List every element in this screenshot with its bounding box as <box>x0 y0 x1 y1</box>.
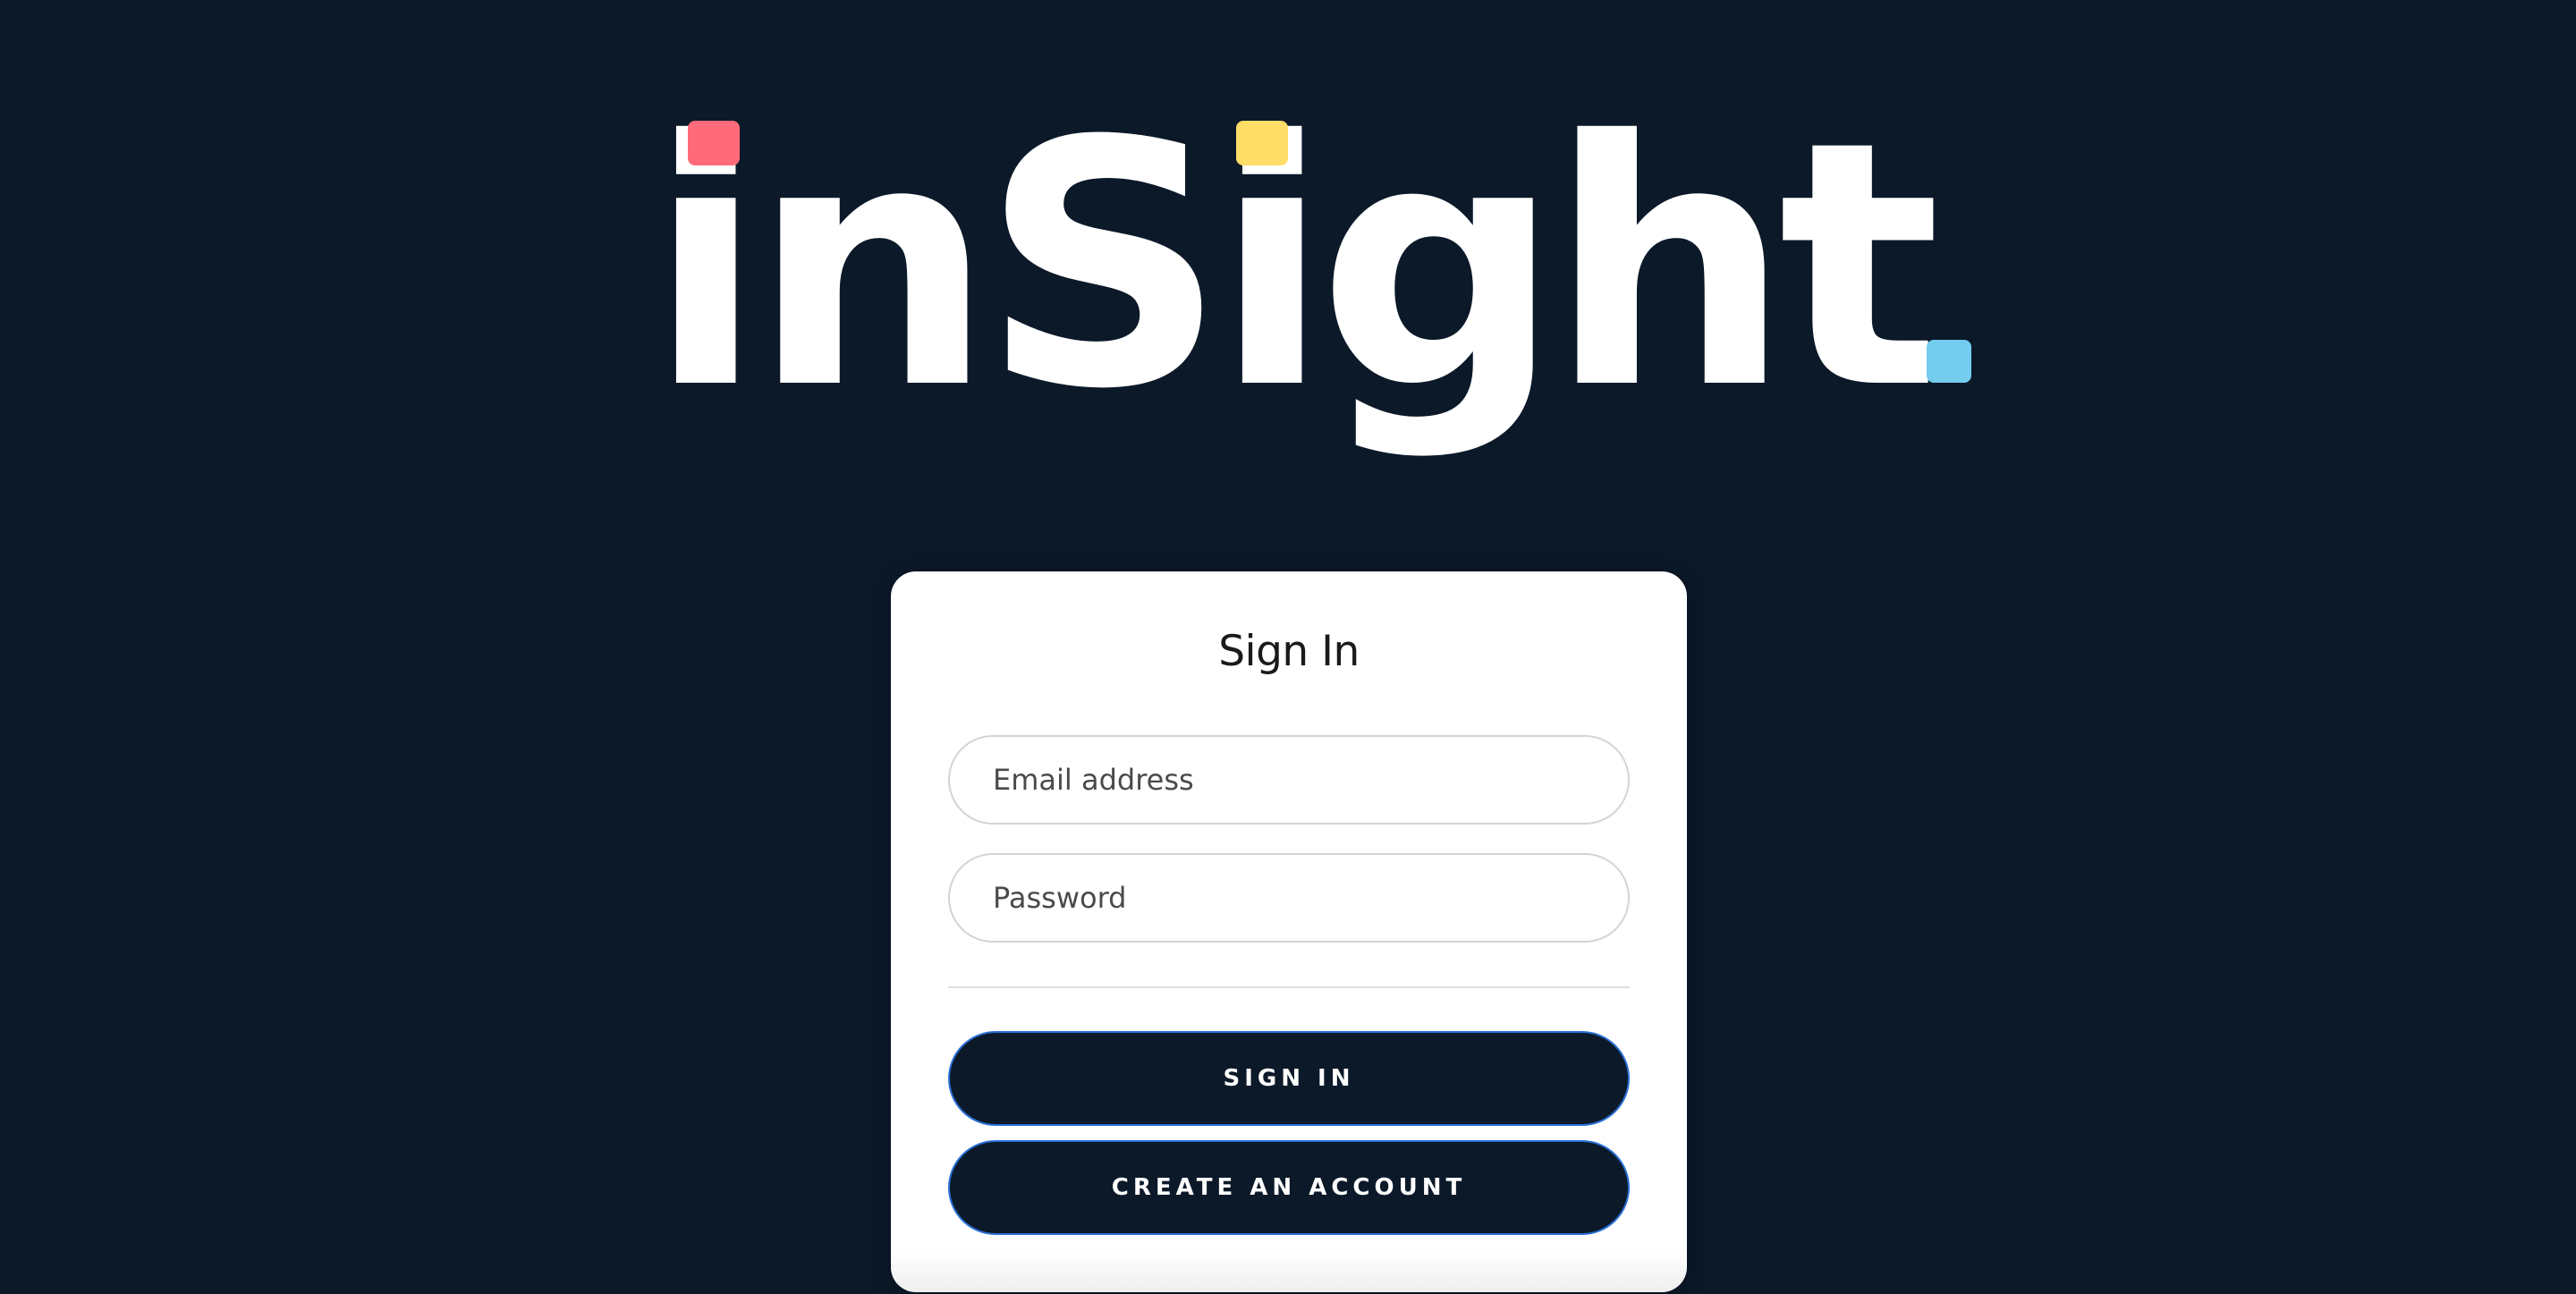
insight-logo-graphic: inSight <box>648 70 1971 463</box>
create-account-button-label: CREATE AN ACCOUNT <box>1111 1174 1467 1201</box>
signin-card: Sign In SIGN IN CREATE AN ACCOUNT <box>891 571 1687 1292</box>
sign-in-button[interactable]: SIGN IN <box>948 1031 1630 1126</box>
password-field[interactable] <box>950 855 1628 941</box>
logo-dot-red-icon <box>688 121 740 165</box>
insight-logo: inSight <box>0 0 2576 501</box>
login-page: inSight Sign In SIGN IN CREATE AN ACCOUN… <box>0 0 2576 1294</box>
sign-in-button-label: SIGN IN <box>1223 1065 1355 1092</box>
logo-wordmark: inSight <box>648 70 1938 463</box>
password-field-wrapper <box>948 853 1630 943</box>
logo-period-blue-icon <box>1927 340 1971 383</box>
logo-dot-yellow-icon <box>1236 121 1288 165</box>
email-field-wrapper <box>948 735 1630 825</box>
signin-title: Sign In <box>1218 627 1360 676</box>
email-field[interactable] <box>950 737 1628 823</box>
divider <box>948 986 1630 988</box>
create-account-button[interactable]: CREATE AN ACCOUNT <box>948 1140 1630 1235</box>
